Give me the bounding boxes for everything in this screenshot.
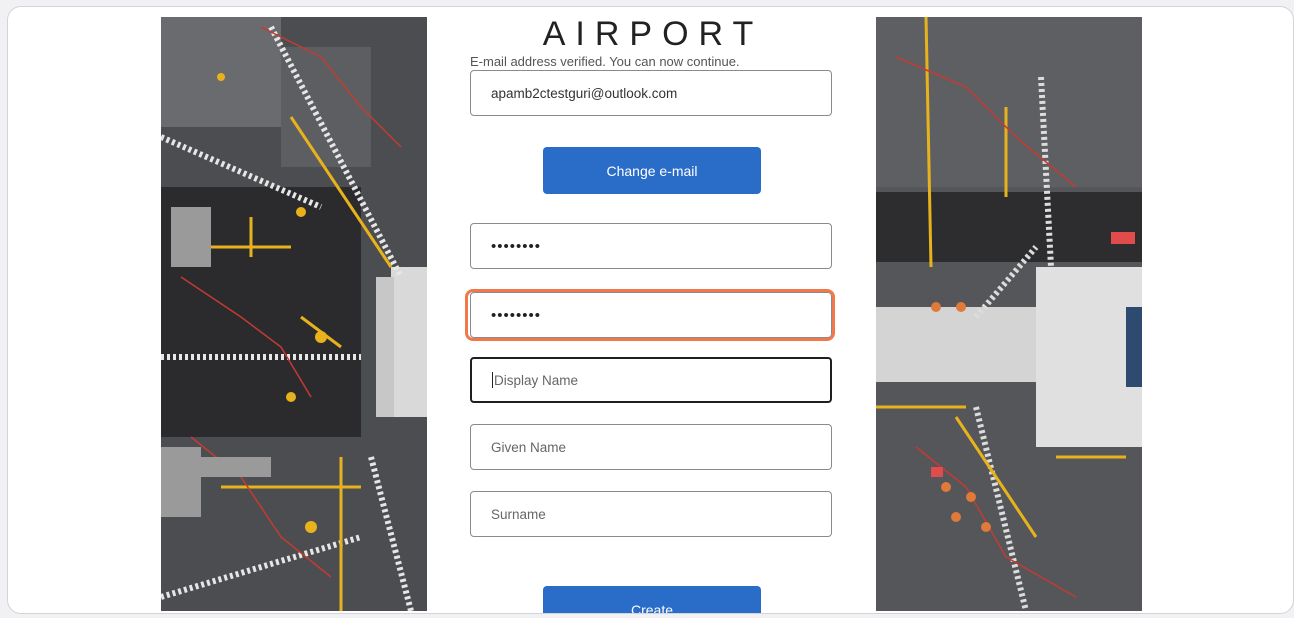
password-value: •••••••• [491,237,542,255]
signup-form: AIRPORT E-mail address verified. You can… [463,7,843,613]
confirm-password-field[interactable]: •••••••• [470,292,832,338]
email-field[interactable]: apamb2ctestguri@outlook.com [470,70,832,116]
email-verified-message: E-mail address verified. You can now con… [470,54,740,69]
create-button[interactable]: Create [543,586,761,614]
airport-aerial-image-left [161,17,427,611]
change-email-label: Change e-mail [606,162,698,179]
airport-aerial-image-right [876,17,1142,611]
airport-logo: AIRPORT [542,15,764,53]
given-name-placeholder: Given Name [491,439,567,455]
surname-placeholder: Surname [491,506,546,522]
password-field[interactable]: •••••••• [470,223,832,269]
display-name-placeholder: Display Name [494,372,579,388]
browser-viewport: AIRPORT E-mail address verified. You can… [7,6,1294,614]
text-caret [492,372,493,388]
given-name-field[interactable]: Given Name [470,424,832,470]
confirm-password-value: •••••••• [491,306,542,324]
surname-field[interactable]: Surname [470,491,832,537]
email-value: apamb2ctestguri@outlook.com [491,85,678,101]
create-label: Create [630,601,674,614]
display-name-field[interactable]: Display Name [470,357,832,403]
change-email-button[interactable]: Change e-mail [543,147,761,194]
